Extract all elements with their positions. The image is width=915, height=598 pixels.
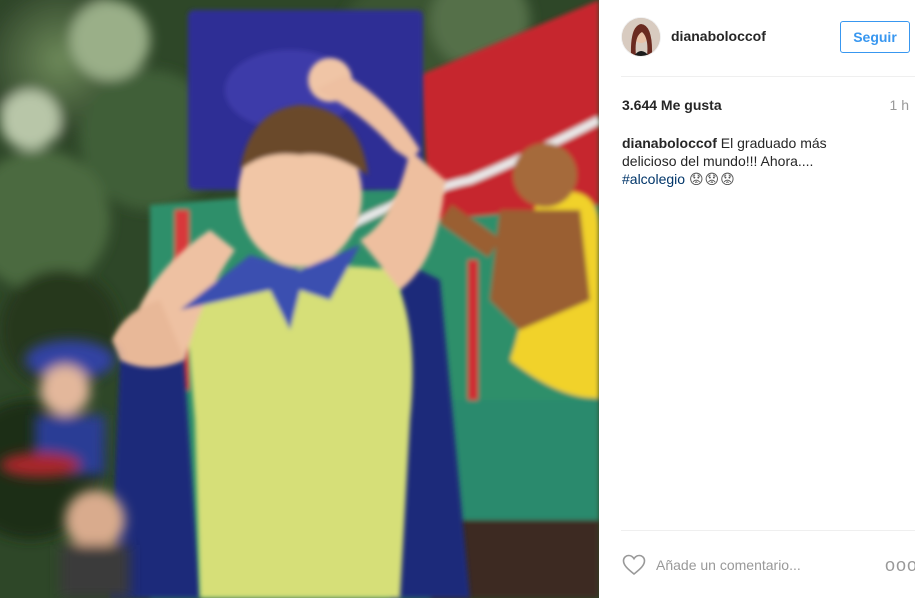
likes-count[interactable]: 3.644 Me gusta <box>622 97 722 113</box>
comment-row: ooo <box>599 540 915 590</box>
avatar[interactable] <box>622 18 660 56</box>
follow-button[interactable]: Seguir <box>840 21 910 53</box>
caption-hashtag[interactable]: #alcolegio <box>622 171 685 187</box>
post-photo[interactable] <box>0 0 599 598</box>
comment-input[interactable] <box>656 554 856 576</box>
post-caption: dianaboloccof El graduado más delicioso … <box>622 134 882 188</box>
caption-username[interactable]: dianaboloccof <box>622 135 717 151</box>
heart-outline-icon[interactable] <box>622 554 646 576</box>
post-header: dianaboloccof Seguir <box>599 0 915 76</box>
header-divider <box>621 76 915 77</box>
more-options-icon[interactable]: ooo <box>885 556 915 574</box>
caption-emoji: 😟😟😟 <box>688 171 736 187</box>
post-username[interactable]: dianaboloccof <box>671 28 766 44</box>
post-time[interactable]: 1 h <box>890 97 909 113</box>
post-side-panel: dianaboloccof Seguir 3.644 Me gusta 1 h … <box>599 0 915 598</box>
footer-divider <box>621 530 915 531</box>
